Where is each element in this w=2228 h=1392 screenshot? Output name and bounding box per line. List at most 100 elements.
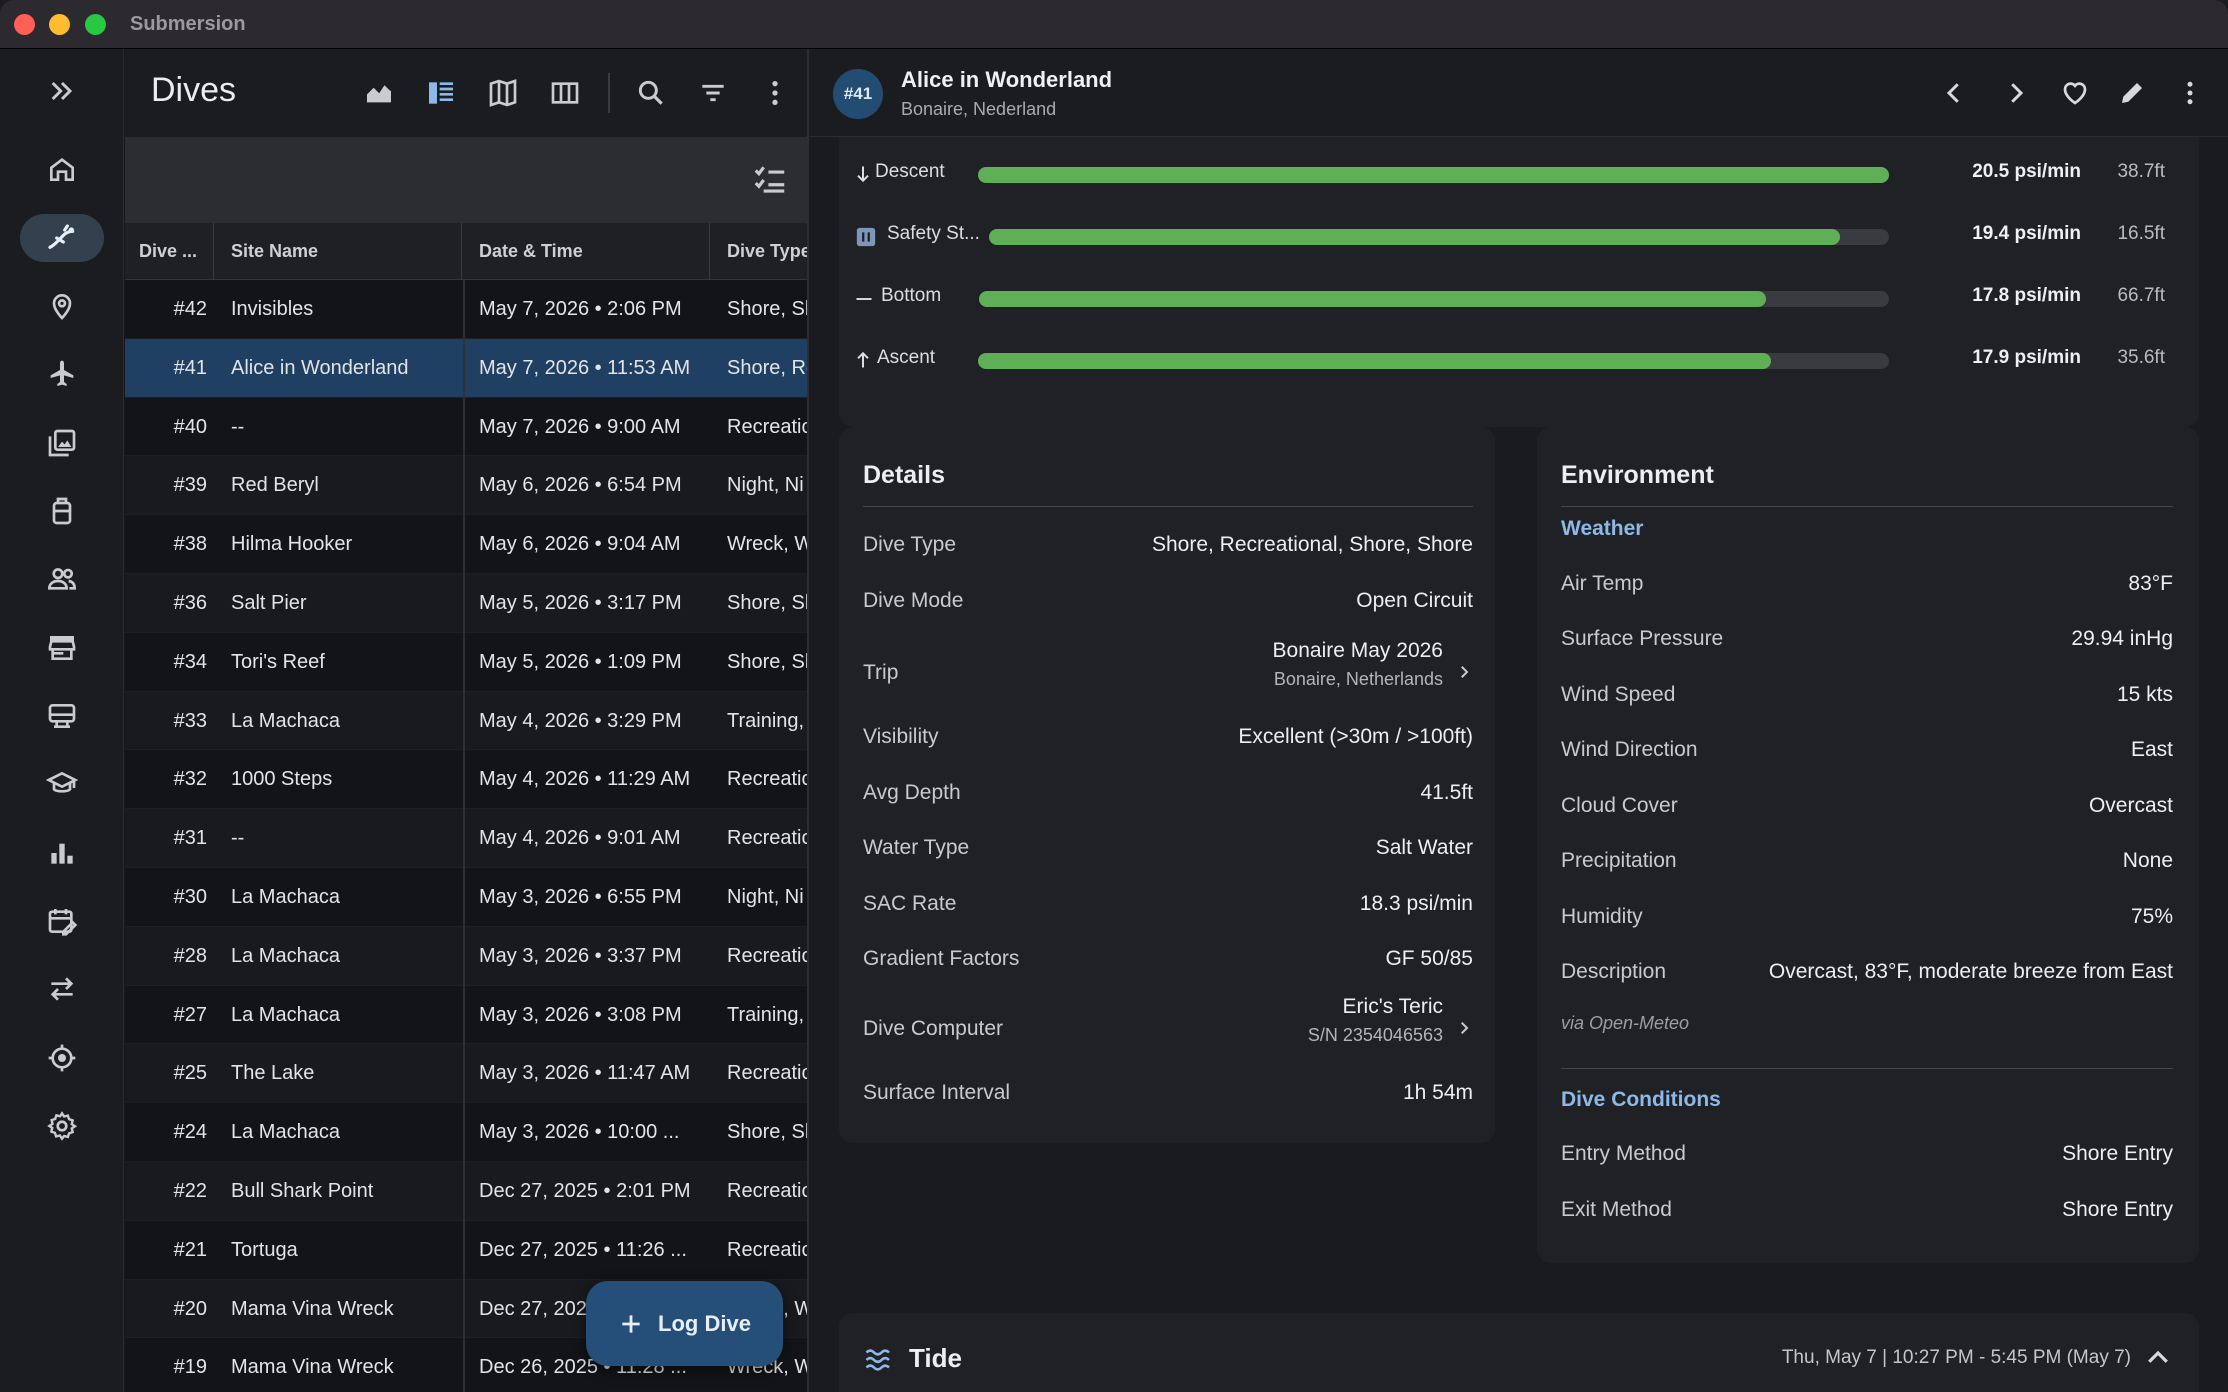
- map-icon: [489, 79, 517, 107]
- column-divider[interactable]: [213, 223, 214, 280]
- dive-type-cell: Recreational: [727, 1062, 807, 1085]
- table-row[interactable]: #39 Red Beryl May 6, 2026 • 6:54 PM Night, …: [125, 456, 807, 516]
- table-row[interactable]: #30 La Machaca May 3, 2026 • 6:55 PM Night,…: [125, 868, 807, 927]
- arrow-down-icon: [857, 166, 869, 183]
- selection-bar: [125, 137, 807, 223]
- next-dive-button[interactable]: [1998, 75, 2034, 111]
- table-row[interactable]: #28 La Machaca May 3, 2026 • 3:37 PM Recrea…: [125, 926, 807, 986]
- detail-key: Dive Computer: [863, 1017, 1004, 1040]
- table-row[interactable]: #36 Salt Pier May 5, 2026 • 3:17 PM Shore, …: [125, 574, 807, 633]
- rail-item-settings[interactable]: [20, 1102, 104, 1150]
- computer-name: Eric's Teric: [1342, 995, 1443, 1018]
- rate-label: Safety St...: [887, 223, 980, 244]
- detail-row-trip[interactable]: Trip Bonaire May 2026 Bonaire, Netherlan…: [863, 637, 1473, 707]
- rail-item-gps[interactable]: [20, 1034, 104, 1082]
- chevron-right-icon: [2011, 83, 2024, 103]
- env-row-humidity: Humidity 75%: [1561, 897, 2173, 937]
- tide-card[interactable]: Tide Thu, May 7 | 10:27 PM - 5:45 PM (Ma…: [839, 1313, 2199, 1392]
- column-header-dive-type[interactable]: Dive Type: [727, 223, 807, 280]
- column-divider[interactable]: [461, 223, 462, 280]
- detailed-list-view-button[interactable]: [423, 75, 459, 111]
- chevron-up-icon[interactable]: [2143, 1343, 2173, 1373]
- dive-number-cell: #33: [173, 709, 207, 732]
- detail-header: #41 Alice in Wonderland Bonaire, Nederla…: [809, 49, 2228, 137]
- table-row[interactable]: #24 La Machaca May 3, 2026 • 10:00 ... Shor…: [125, 1103, 807, 1162]
- rail-item-planner[interactable]: [20, 897, 104, 945]
- detail-row-dive-computer[interactable]: Dive Computer Eric's Teric S/N 235404656…: [863, 993, 1473, 1063]
- site-name-cell: Tori's Reef: [231, 650, 325, 673]
- chevron-left-icon: [1946, 83, 1959, 103]
- dive-number-cell: #42: [173, 298, 207, 320]
- table-row[interactable]: #31 -- May 4, 2026 • 9:01 AM Recreational: [125, 809, 807, 868]
- rail-item-sites[interactable]: [20, 282, 104, 330]
- table-row[interactable]: #41 Alice in Wonderland May 7, 2026 • 11:5…: [125, 338, 807, 398]
- search-button[interactable]: [633, 75, 669, 111]
- rail-item-expand[interactable]: [20, 67, 104, 115]
- rail-item-certifications[interactable]: [20, 760, 104, 808]
- dive-number-badge: #41: [833, 69, 883, 119]
- rate-depth: 16.5ft: [2117, 223, 2165, 244]
- minimize-window-button[interactable]: [49, 14, 70, 35]
- maximize-window-button[interactable]: [85, 14, 106, 35]
- table-view-button[interactable]: [547, 75, 583, 111]
- date-time-cell: May 3, 2026 • 11:47 AM: [479, 1062, 691, 1085]
- site-name-cell: Salt Pier: [231, 592, 307, 614]
- table-row[interactable]: #33 La Machaca May 4, 2026 • 3:29 PM Traini…: [125, 691, 807, 751]
- more-options-button[interactable]: [757, 75, 793, 111]
- rail-item-statistics[interactable]: [20, 829, 104, 877]
- rail-item-dives[interactable]: [20, 214, 104, 262]
- edit-dive-button[interactable]: [2114, 75, 2150, 111]
- table-row[interactable]: #42 Invisibles May 7, 2026 • 2:06 PM Shore,…: [125, 280, 807, 339]
- log-dive-button[interactable]: Log Dive: [586, 1281, 783, 1366]
- table-row[interactable]: #38 Hilma Hooker May 6, 2026 • 9:04 AM Wrec…: [125, 515, 807, 574]
- table-row[interactable]: #21 Tortuga Dec 27, 2025 • 11:26 ... Recrea…: [125, 1221, 807, 1280]
- rail-item-transfer[interactable]: [20, 965, 104, 1013]
- rail-item-home[interactable]: [20, 145, 104, 193]
- dive-number-cell: #21: [173, 1238, 207, 1261]
- site-name-cell: La Machaca: [231, 709, 340, 732]
- table-row[interactable]: #27 La Machaca May 3, 2026 • 3:08 PM Traini…: [125, 986, 807, 1045]
- close-window-button[interactable]: [14, 14, 35, 35]
- rate-bar-fill: [978, 353, 1771, 369]
- dive-site-location: Bonaire, Nederland: [901, 99, 1057, 119]
- filter-icon: [702, 84, 724, 102]
- dive-number-cell: #19: [173, 1356, 207, 1379]
- checklist-icon[interactable]: [751, 161, 789, 199]
- tide-title: Tide: [909, 1343, 962, 1373]
- table-row[interactable]: #25 The Lake May 3, 2026 • 11:47 AM Recreat…: [125, 1044, 807, 1104]
- table-row[interactable]: #34 Tori's Reef May 5, 2026 • 1:09 PM Shore…: [125, 633, 807, 692]
- table-row[interactable]: #32 1000 Steps May 4, 2026 • 11:29 AM Recre…: [125, 750, 807, 810]
- dive-number-cell: #36: [173, 592, 207, 614]
- rail-item-equipment[interactable]: [20, 487, 104, 535]
- column-header-dive-number[interactable]: Dive ...: [139, 223, 213, 280]
- column-header-site-name[interactable]: Site Name: [231, 223, 431, 280]
- rail-item-trips[interactable]: [20, 350, 104, 398]
- column-divider[interactable]: [709, 223, 710, 280]
- rate-depth: 66.7ft: [2117, 285, 2165, 306]
- store-icon: [48, 636, 76, 660]
- list-toolbar: Dives: [125, 49, 807, 137]
- table-row[interactable]: #40 -- May 7, 2026 • 9:00 AM Recreational: [125, 398, 807, 457]
- detail-value: Open Circuit: [1356, 589, 1473, 612]
- profile-view-button[interactable]: [361, 75, 397, 111]
- map-view-button[interactable]: [485, 75, 521, 111]
- filter-button[interactable]: [695, 75, 731, 111]
- dive-more-options-button[interactable]: [2172, 75, 2208, 111]
- site-name-cell: Mama Vina Wreck: [231, 1297, 394, 1320]
- column-header-date-time[interactable]: Date & Time: [479, 223, 679, 280]
- table-row[interactable]: #22 Bull Shark Point Dec 27, 2025 • 2:01 P…: [125, 1162, 807, 1221]
- rail-item-computers[interactable]: [20, 692, 104, 740]
- card-divider: [1561, 1068, 2173, 1069]
- env-row-cloud-cover: Cloud Cover Overcast: [1561, 786, 2173, 826]
- previous-dive-button[interactable]: [1936, 75, 1972, 111]
- rail-item-buddies[interactable]: [20, 555, 104, 603]
- rate-label: Descent: [875, 161, 945, 182]
- rail-item-media[interactable]: [20, 419, 104, 467]
- date-time-cell: Dec 27, 2025 • 2:01 PM: [479, 1180, 691, 1202]
- site-name-cell: Alice in Wonderland: [231, 356, 409, 379]
- rail-item-dive-centers[interactable]: [20, 624, 104, 672]
- environment-card: Environment Weather Air Temp 83°F Surfac…: [1537, 427, 2199, 1263]
- favorite-button[interactable]: [2057, 75, 2093, 111]
- dive-type-cell: Recreational: [727, 944, 807, 967]
- card-divider: [863, 506, 1473, 507]
